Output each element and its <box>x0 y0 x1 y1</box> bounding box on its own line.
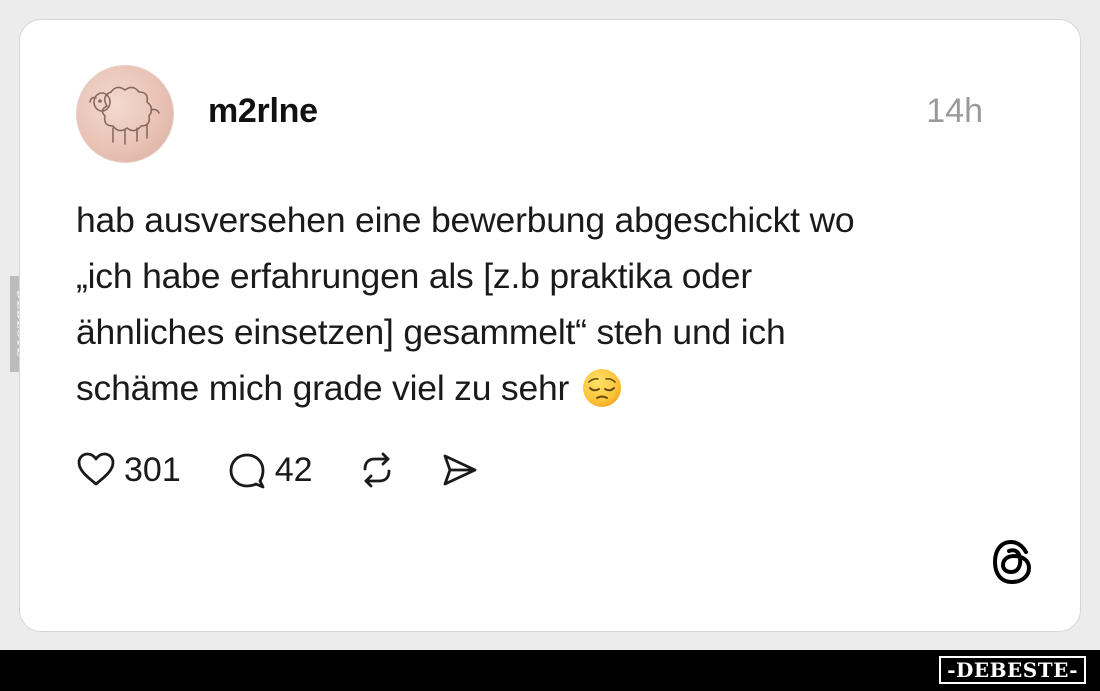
like-button[interactable]: 301 <box>76 450 181 490</box>
post-text-last-line: schäme mich grade viel zu sehr <box>76 360 1036 416</box>
username[interactable]: m2rlne <box>208 92 318 131</box>
send-icon <box>443 454 476 486</box>
reply-button[interactable]: 42 <box>227 450 313 490</box>
sheep-drawing-icon <box>89 86 160 145</box>
pensive-face-icon <box>582 369 621 407</box>
post-text-line: „ich habe erfahrungen als [z.b praktika … <box>76 256 752 296</box>
heart-icon <box>77 452 115 486</box>
post-text-line: schäme mich grade viel zu sehr <box>76 368 570 408</box>
share-button[interactable] <box>439 450 479 490</box>
avatar[interactable] <box>76 65 174 163</box>
reply-count: 42 <box>274 450 313 489</box>
bottom-watermark-bar: -DEBESTE- <box>0 650 1100 691</box>
repost-icon <box>363 452 390 488</box>
post-body: hab ausversehen eine bewerbung abgeschic… <box>76 192 1036 416</box>
speech-bubble-icon <box>229 453 265 489</box>
post-timestamp: 14h <box>926 92 983 130</box>
bottom-watermark: -DEBESTE- <box>939 656 1086 684</box>
repost-button[interactable] <box>357 450 397 490</box>
screenshot-canvas: DEBESTE m2rlne 14h hab ausversehen eine … <box>0 0 1100 691</box>
post-actions: 301 42 <box>76 448 479 492</box>
post-text-line: ähnliches einsetzen] gesammelt“ steh und… <box>76 312 786 352</box>
post-text-line: hab ausversehen eine bewerbung abgeschic… <box>76 200 855 240</box>
threads-logo-icon[interactable] <box>991 538 1035 586</box>
threads-post-card: m2rlne 14h hab ausversehen eine bewerbun… <box>19 19 1081 632</box>
like-count: 301 <box>124 450 181 489</box>
